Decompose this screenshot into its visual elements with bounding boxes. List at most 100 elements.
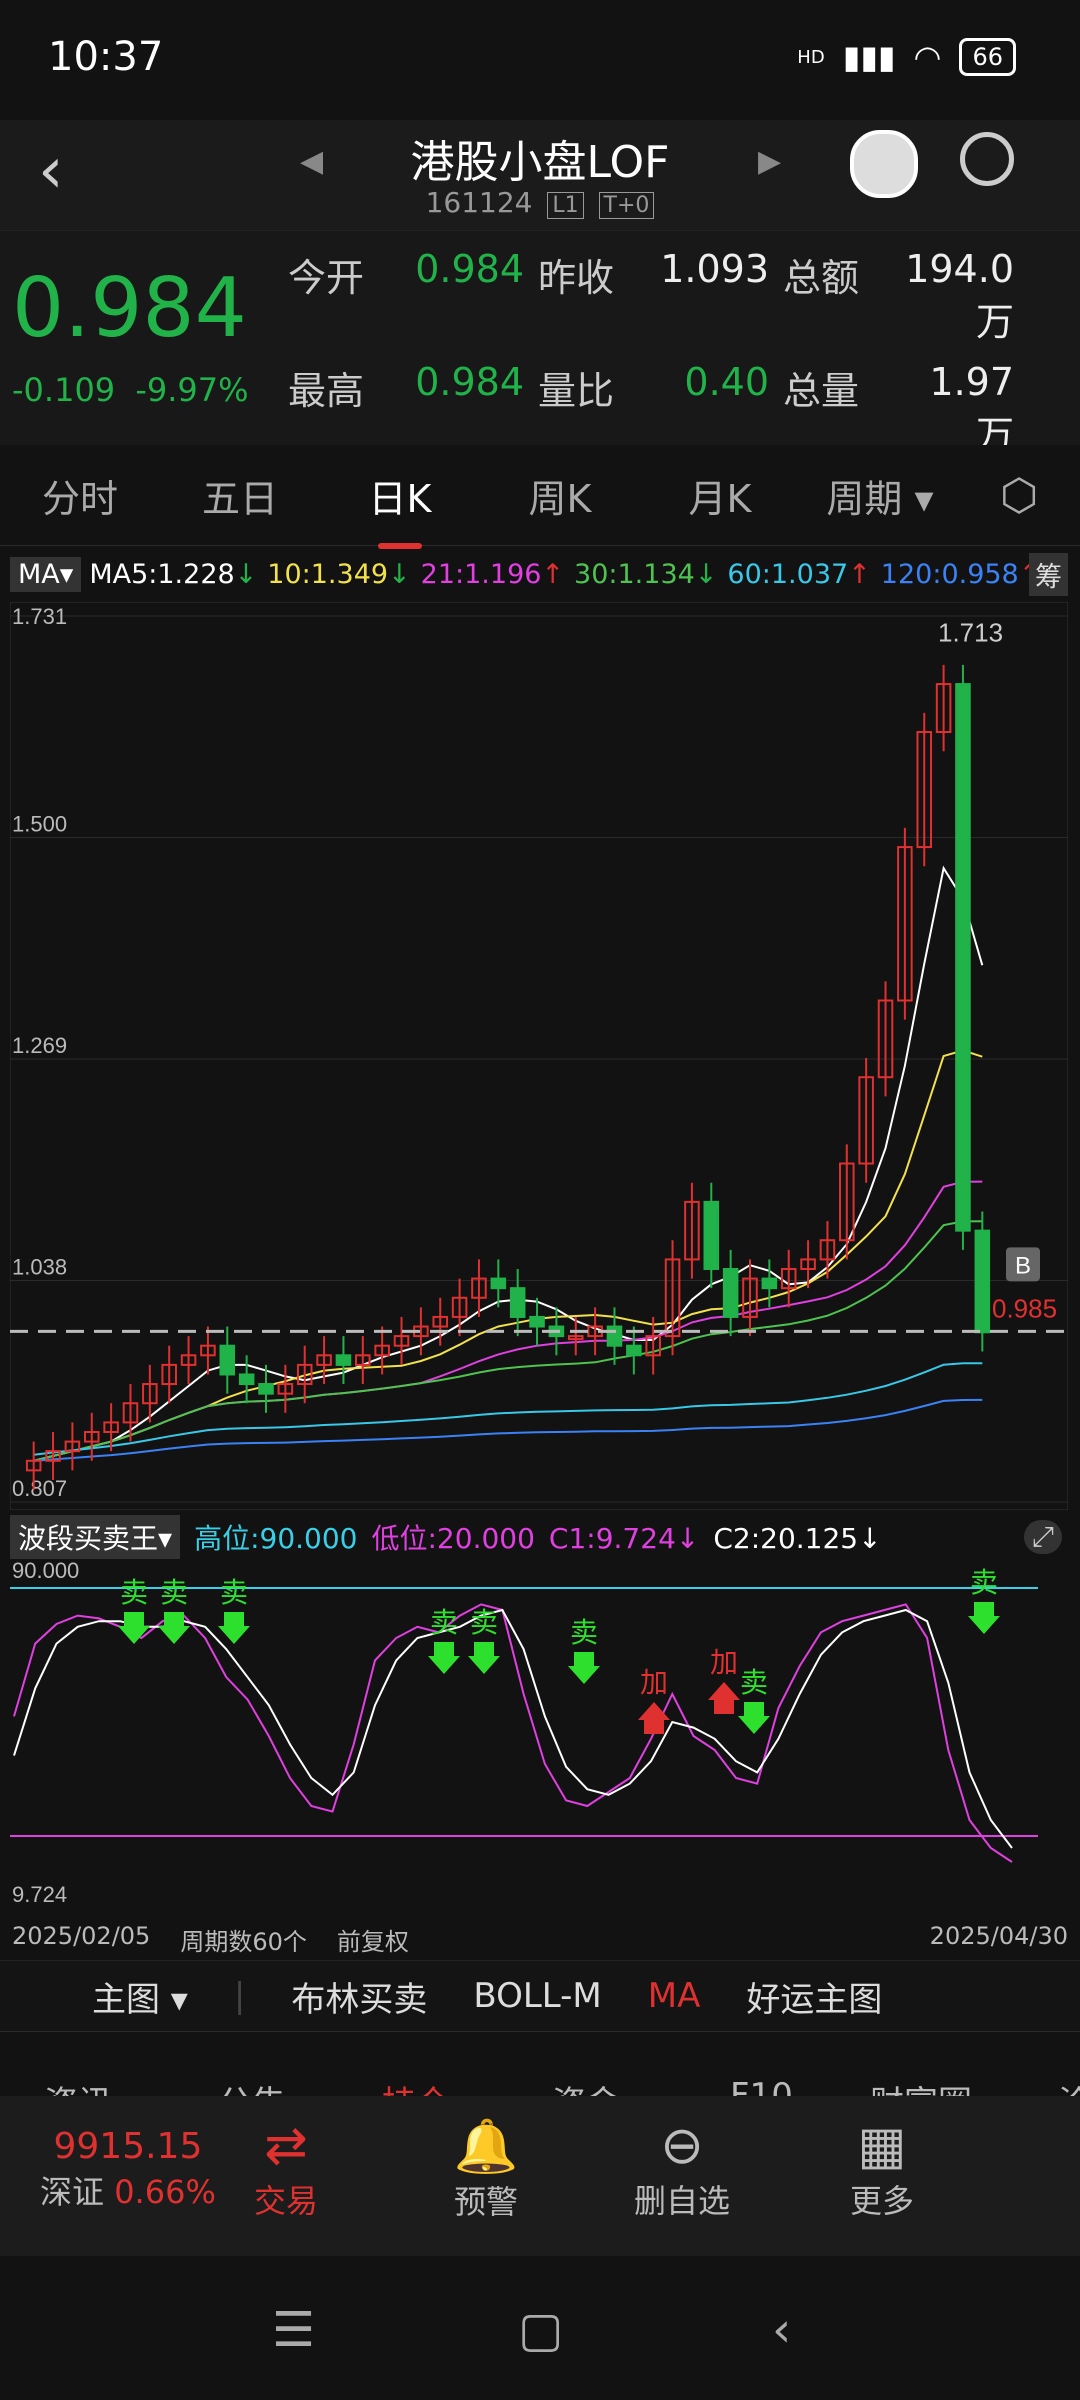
nav-button[interactable]: ⊖ 删自选 [582, 2116, 782, 2222]
ma-label: 120: [880, 558, 942, 590]
quote-label: 昨收 [538, 256, 615, 300]
search-icon[interactable] [960, 132, 1014, 186]
main-chart-selector[interactable]: 主图 ▾ [46, 1972, 188, 2021]
period-tabs: 分时 五日 日K 周K 月K 周期 ▾ [0, 445, 1080, 549]
stock-code-line: 161124 L1 T+0 [0, 186, 1080, 219]
overlay-tab[interactable]: 好运主图 [746, 1972, 882, 2021]
ma-arrow: ↓ [388, 558, 411, 590]
y-tick-label: 0.807 [12, 1476, 67, 1501]
stock-header: ‹ ◀ 港股小盘LOF 161124 L1 T+0 ▶ [0, 120, 1080, 230]
nav-button[interactable]: ▦ 更多 [782, 2116, 982, 2222]
ma-arrow: ↓ [234, 558, 258, 590]
ma-items: MA5:1.228↓ 10:1.349↓ 21:1.196↑ 30:1.134↓ 60:… [89, 559, 1051, 590]
ma-value: 1.037 [770, 558, 849, 590]
ma-legend: MA▾ MA5:1.228↓ 10:1.349↓ 21:1.196↑ 30:1.134… [0, 548, 1080, 600]
nav-label: 预警 [453, 2183, 518, 2221]
candle-body [509, 1287, 526, 1318]
indicator-selector[interactable]: 波段买卖王▾ [10, 1515, 181, 1559]
candle-body [626, 1344, 642, 1357]
ma-arrow: ↑ [848, 558, 871, 590]
subtab[interactable]: 公告 [218, 2076, 286, 2096]
subtab[interactable]: 资金 [552, 2076, 620, 2096]
sell-signal-label: 卖 [430, 1607, 458, 1638]
sell-signal-label: 卖 [160, 1577, 188, 1608]
candle-body [335, 1354, 352, 1366]
overlay-tab[interactable]: 布林买卖 [291, 1972, 427, 2021]
ma-item: 60:1.037↑ [727, 559, 870, 590]
y-tick-label: 1.269 [12, 1033, 67, 1058]
candle-body [490, 1277, 507, 1290]
ma-arrow: ↑ [541, 558, 565, 590]
tab-item[interactable]: 周期 ▾ [800, 468, 960, 523]
nav-label: 交易 [253, 2182, 318, 2220]
sell-signal-label: 卖 [740, 1667, 768, 1698]
subtab[interactable]: F10 [730, 2076, 793, 2096]
subtab[interactable]: 沧 [1058, 2076, 1080, 2096]
price-change-pct: -9.97% [135, 371, 249, 409]
tab-item[interactable]: 五日 [160, 468, 320, 523]
sell-signal-label: 卖 [120, 1577, 148, 1608]
overlay-tab[interactable]: BOLL-M [473, 1976, 601, 2016]
sell-signal-label: 卖 [970, 1567, 998, 1598]
back-nav-icon[interactable]: ‹ [772, 2302, 791, 2358]
oscillator-chart[interactable]: 90.0009.724卖卖卖卖卖卖卖加加卖 [10, 1562, 1068, 1917]
y-tick-label: 1.731 [12, 604, 67, 629]
tab-item[interactable]: 分时 [0, 468, 160, 523]
subtab[interactable]: 资讯 [44, 2076, 112, 2096]
candle-body [703, 1200, 720, 1270]
subtab[interactable]: 财富圈 [870, 2076, 972, 2096]
expand-icon[interactable]: ⤢ [1023, 1520, 1062, 1554]
nav-icon: ⇄ [264, 2116, 308, 2176]
signal-icon: ▮▮▮ [842, 38, 896, 76]
ma-arrow: ↓ [694, 558, 718, 590]
tab-item[interactable]: 周K [480, 468, 640, 523]
subtab[interactable]: 持仓 [382, 2076, 450, 2096]
sell-arrow-icon [738, 1702, 770, 1734]
settings-icon[interactable]: ⬡ [1000, 470, 1038, 521]
divider: | [233, 1976, 246, 2016]
y-tick-label: 1.038 [12, 1255, 67, 1280]
adjust-mode[interactable]: 前复权 [337, 1922, 409, 1957]
tab-item[interactable]: 日K [320, 468, 480, 549]
nav-icon: ⊖ [660, 2116, 704, 2176]
candle-body [761, 1277, 778, 1290]
quote-panel: 0.984 -0.109 -9.97% 今开 0.984 昨收 1.093 总额 194.… [0, 230, 1080, 526]
ma-label: MA5: [89, 558, 158, 590]
home-icon[interactable]: ▢ [518, 2302, 563, 2358]
chip-button[interactable]: 筹 [1029, 552, 1068, 596]
nav-button[interactable]: 🔔 预警 [386, 2116, 586, 2223]
ma-item: 21:1.196↑ [421, 559, 564, 590]
candle-body [722, 1267, 739, 1318]
buy-signal-label: 加 [640, 1667, 668, 1698]
quote-label: 今开 [288, 256, 365, 300]
ma-label: 60: [727, 558, 771, 590]
sell-arrow-icon [118, 1612, 150, 1644]
candle-body [258, 1383, 274, 1395]
ma-selector[interactable]: MA▾ [10, 556, 82, 592]
next-stock-icon[interactable]: ▶ [758, 144, 781, 179]
current-price: 0.984 [12, 261, 247, 356]
battery-icon: 66 [959, 38, 1016, 76]
quote-value: 1.093 [660, 247, 769, 291]
ma-label: 30: [574, 558, 618, 590]
candle-body [529, 1315, 545, 1328]
overlay-tab[interactable]: MA [648, 1976, 701, 2016]
candlestick-chart[interactable]: 1.731 1.500 1.269 1.038 0.807 0.985 1.713 B [10, 602, 1068, 1510]
ma-value: 1.134 [617, 558, 695, 590]
level-tag: L1 [547, 192, 584, 219]
sell-arrow-icon [428, 1642, 460, 1674]
price-change-line: -0.109 -9.97% [12, 371, 249, 409]
ma-item: 10:1.349↓ [267, 559, 410, 590]
ma-item: 120:0.958↑ [881, 559, 1042, 590]
indicator-params: 高位:90.000 低位:20.000 C1:9.724↓ C2:20.125↓ [194, 1517, 896, 1557]
page-title: 港股小盘LOF [410, 137, 670, 188]
ma-line [33, 1220, 983, 1462]
tab-item[interactable]: 月K [640, 468, 800, 523]
hd-label: HD [797, 46, 825, 68]
menu-icon[interactable]: ☰ [272, 2302, 315, 2358]
indicator-param: 高位:90.000 [194, 1522, 358, 1555]
stock-code: 161124 [425, 186, 533, 219]
nav-button[interactable]: ⇄ 交易 [186, 2116, 386, 2222]
assistant-icon[interactable] [850, 130, 918, 198]
start-date: 2025/02/05 [12, 1922, 151, 1950]
